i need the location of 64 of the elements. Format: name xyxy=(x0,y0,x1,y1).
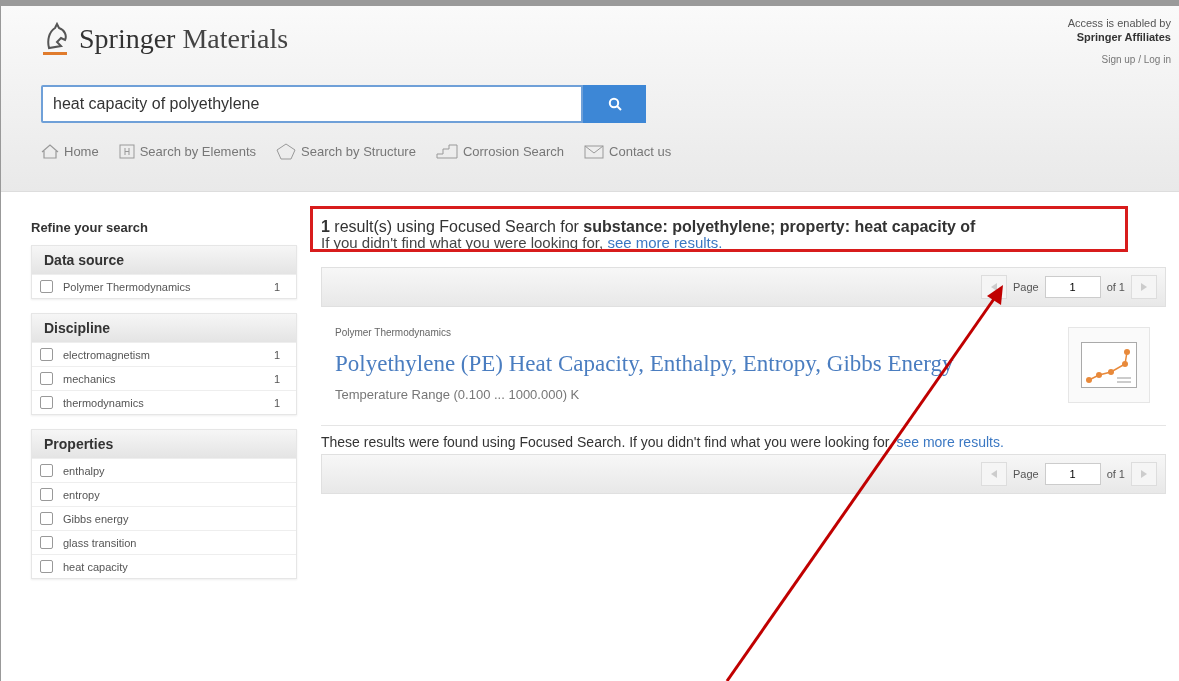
checkbox[interactable] xyxy=(40,396,53,409)
filter-label[interactable]: thermodynamics xyxy=(63,396,274,409)
filter-count: 1 xyxy=(273,348,280,361)
logo-text[interactable]: Springer Materials xyxy=(79,23,289,55)
affiliate-name: Springer Affiliates xyxy=(1076,30,1171,44)
filter-label[interactable]: heat capacity xyxy=(63,560,288,573)
right-triangle-icon xyxy=(1141,283,1147,291)
page-number-field[interactable]: 1 xyxy=(1044,463,1101,485)
checkbox[interactable] xyxy=(40,348,53,361)
nav-link[interactable]: Contact us xyxy=(584,143,672,160)
left-triangle-icon xyxy=(990,283,997,291)
filter-group-heading: Properties xyxy=(32,430,296,458)
nav-link[interactable]: Corrosion Search xyxy=(435,143,565,160)
pentagon-icon xyxy=(276,143,297,160)
envelope-icon xyxy=(584,144,605,159)
filter-label[interactable]: electromagnetism xyxy=(63,348,274,361)
chart-thumbnail[interactable] xyxy=(1068,327,1150,403)
filter-group-heading: Discipline xyxy=(32,314,296,342)
sign-up-link[interactable]: Sign up / Log in xyxy=(1101,53,1171,67)
filter-count: 1 xyxy=(273,372,280,385)
left-triangle-icon xyxy=(990,470,997,478)
page-total: of 1 xyxy=(1106,468,1125,480)
result-range: Temperature Range (0.100 ... 1000.000) K xyxy=(335,387,581,402)
nav-link[interactable]: Search by Structure xyxy=(276,143,416,160)
filter-label[interactable]: entropy xyxy=(63,488,288,501)
filter-label[interactable]: mechanics xyxy=(63,372,274,385)
checkbox[interactable] xyxy=(40,280,53,293)
house-icon xyxy=(41,144,59,159)
result-source: Polymer Thermodynamics xyxy=(335,327,452,338)
more-results-link[interactable]: see more results. xyxy=(896,434,1004,450)
filter-label[interactable]: enthalpy xyxy=(63,464,288,477)
page-label: Page xyxy=(1012,468,1039,480)
filter-label[interactable]: Gibbs energy xyxy=(63,512,288,525)
checkbox[interactable] xyxy=(40,536,53,549)
scatter-plot-drawing xyxy=(1081,342,1137,388)
next-page-button[interactable] xyxy=(1131,275,1157,299)
nav-link[interactable]: Search by Elements xyxy=(118,143,257,160)
page-number-field[interactable]: 1 xyxy=(1044,276,1101,298)
access-text: Access is enabled by xyxy=(1067,16,1171,30)
checkbox[interactable] xyxy=(40,372,53,385)
checkbox[interactable] xyxy=(40,488,53,501)
next-page-button[interactable] xyxy=(1131,462,1157,486)
nav-link[interactable]: Home xyxy=(41,143,99,160)
page-total: of 1 xyxy=(1106,281,1125,293)
filter-group-heading: Data source xyxy=(32,246,296,274)
more-results-link[interactable]: see more results. xyxy=(607,234,723,251)
filter-label[interactable]: Polymer Thermodynamics xyxy=(63,280,274,293)
checkbox[interactable] xyxy=(40,464,53,477)
filter-count: 1 xyxy=(273,280,280,293)
right-triangle-icon xyxy=(1141,470,1147,478)
footer-text: These results were found using Focused Search. If you didn't find what you were looking for, see more results. xyxy=(321,434,1005,450)
search-icon xyxy=(607,97,622,111)
checkbox[interactable] xyxy=(40,512,53,525)
step-chart-icon xyxy=(435,144,458,159)
page-label: Page xyxy=(1012,281,1039,293)
checkbox[interactable] xyxy=(40,560,53,573)
hint-text: If you didn't find what you were looking for, see more results. xyxy=(321,234,723,251)
element-tile-icon xyxy=(118,144,135,159)
search-button[interactable] xyxy=(583,85,646,123)
result-summary: 1 result(s) using Focused Search for substance: polyethylene; property: heat capacity of xyxy=(321,218,977,236)
filter-count: 1 xyxy=(273,396,280,409)
filter-label[interactable]: glass transition xyxy=(63,536,288,549)
sidebar-title: Refine your search xyxy=(31,220,150,235)
search-field[interactable]: heat capacity of polyethylene xyxy=(41,85,583,123)
